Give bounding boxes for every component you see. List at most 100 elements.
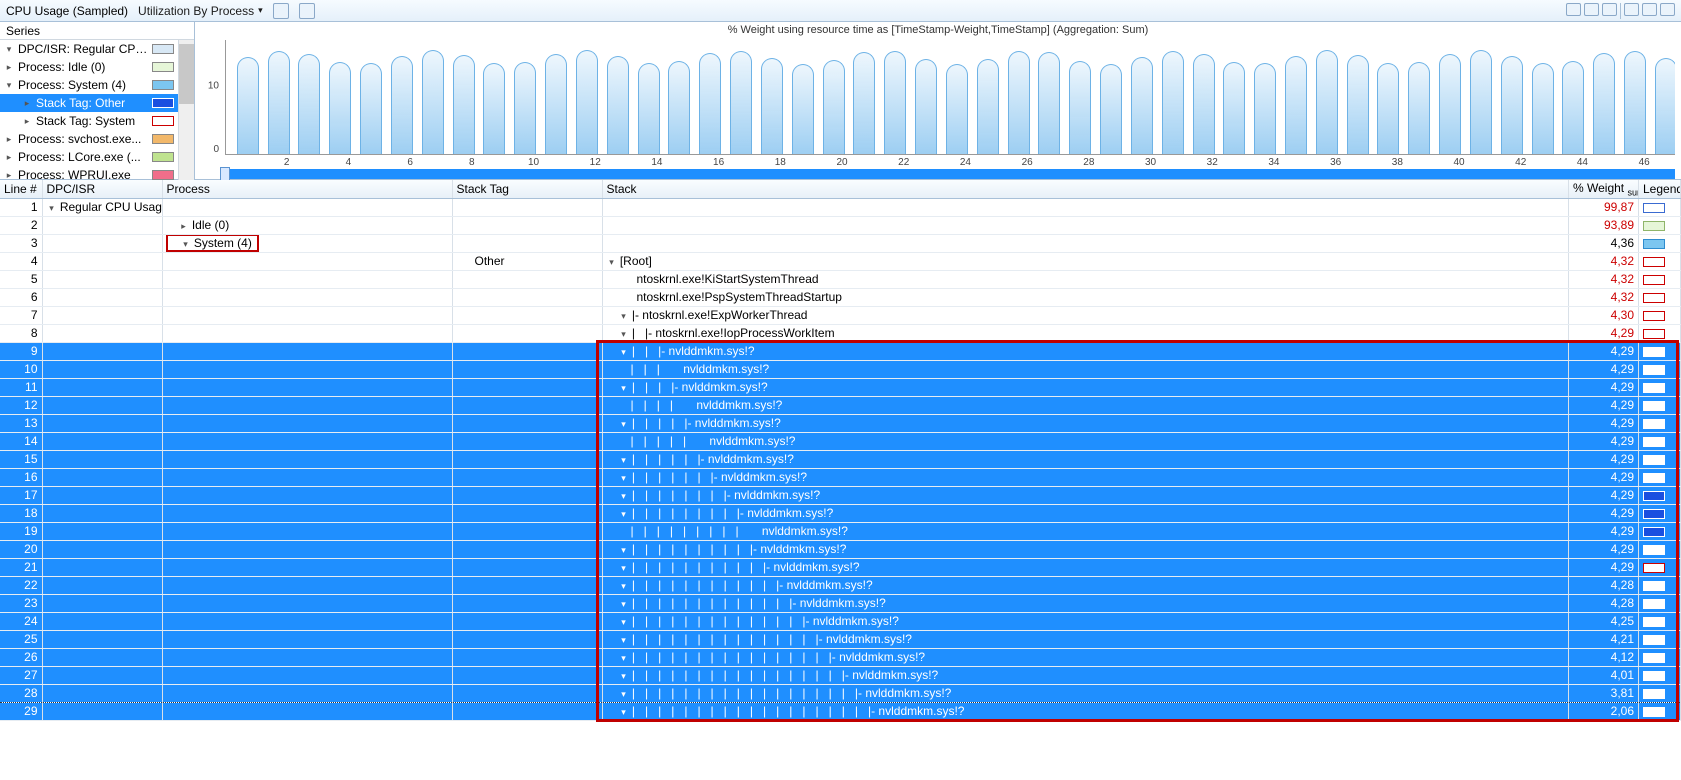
table-row[interactable]: 23▾ | | | | | | | | | | | | |- nvlddmkm.…: [0, 594, 1681, 612]
table-row[interactable]: 25▾ | | | | | | | | | | | | | | |- nvldd…: [0, 630, 1681, 648]
expand-icon[interactable]: ▾: [619, 419, 629, 430]
table-row[interactable]: 3▾ System (4)4,36: [0, 234, 1681, 252]
expand-icon[interactable]: ▾: [619, 509, 629, 520]
table-row[interactable]: 19| | | | | | | | | nvlddmkm.sys!?4,29: [0, 522, 1681, 540]
table-row[interactable]: 27▾ | | | | | | | | | | | | | | | | |- n…: [0, 666, 1681, 684]
table-row[interactable]: 7▾ |- ntoskrnl.exe!ExpWorkerThread4,30: [0, 306, 1681, 324]
table-row[interactable]: 20▾ | | | | | | | | | |- nvlddmkm.sys!?4…: [0, 540, 1681, 558]
series-item[interactable]: ▸Stack Tag: Other: [0, 94, 178, 112]
col-legend[interactable]: Legend: [1639, 180, 1681, 198]
view-dropdown[interactable]: Utilization By Process: [138, 4, 263, 18]
expand-icon[interactable]: ▸: [4, 62, 14, 73]
table-row[interactable]: 4Other▾ [Root]4,32: [0, 252, 1681, 270]
table-row[interactable]: 24▾ | | | | | | | | | | | | | |- nvlddmk…: [0, 612, 1681, 630]
col-stacktag[interactable]: Stack Tag: [452, 180, 602, 198]
table-row[interactable]: 28▾ | | | | | | | | | | | | | | | | | |-…: [0, 684, 1681, 702]
x-tick: 44: [1577, 157, 1588, 168]
expand-icon[interactable]: ▾: [619, 635, 629, 646]
table-row[interactable]: 11▾ | | | |- nvlddmkm.sys!?4,29: [0, 378, 1681, 396]
series-item[interactable]: ▸Process: LCore.exe (...: [0, 148, 178, 166]
toolbar-icon-2[interactable]: [299, 3, 315, 19]
series-item[interactable]: ▸Process: Idle (0): [0, 58, 178, 76]
table-row[interactable]: 9▾ | | |- nvlddmkm.sys!?4,29: [0, 342, 1681, 360]
chart-panel[interactable]: % Weight using resource time as [TimeSta…: [195, 22, 1681, 179]
time-selection-band[interactable]: [225, 169, 1675, 179]
toolbar-icon-1[interactable]: [273, 3, 289, 19]
series-item[interactable]: ▸Stack Tag: System: [0, 112, 178, 130]
expand-icon[interactable]: ▸: [22, 116, 32, 127]
table-row[interactable]: 14| | | | | nvlddmkm.sys!?4,29: [0, 432, 1681, 450]
expand-icon[interactable]: ▸: [22, 98, 32, 109]
series-swatch: [152, 98, 174, 108]
table-row[interactable]: 10| | | nvlddmkm.sys!?4,29: [0, 360, 1681, 378]
expand-icon[interactable]: ▾: [619, 329, 629, 340]
stack-label: |- ntoskrnl.exe!ExpWorkerThread: [632, 308, 808, 322]
data-table-wrap[interactable]: Line # DPC/ISR Process Stack Tag Stack %…: [0, 180, 1681, 780]
x-tick: 36: [1330, 157, 1341, 168]
expand-icon[interactable]: ▾: [607, 257, 617, 268]
col-dpc[interactable]: DPC/ISR: [42, 180, 162, 198]
legend-swatch: [1643, 599, 1665, 609]
expand-icon[interactable]: ▾: [619, 473, 629, 484]
table-row[interactable]: 1▾ Regular CPU Usage99,87: [0, 198, 1681, 216]
col-process[interactable]: Process: [162, 180, 452, 198]
table-row[interactable]: 26▾ | | | | | | | | | | | | | | | |- nvl…: [0, 648, 1681, 666]
table-row[interactable]: 16▾ | | | | | | |- nvlddmkm.sys!?4,29: [0, 468, 1681, 486]
expand-icon[interactable]: ▾: [4, 80, 14, 91]
expand-icon[interactable]: ▾: [619, 599, 629, 610]
expand-icon[interactable]: ▸: [4, 134, 14, 145]
view-mode-2-icon[interactable]: [1584, 3, 1599, 16]
expand-icon[interactable]: ▸: [179, 221, 189, 232]
expand-icon[interactable]: ▾: [4, 44, 14, 55]
series-item[interactable]: ▾Process: System (4): [0, 76, 178, 94]
view-mode-1-icon[interactable]: [1566, 3, 1581, 16]
expand-icon[interactable]: ▾: [619, 707, 629, 718]
expand-icon[interactable]: ▾: [619, 563, 629, 574]
series-item[interactable]: ▾DPC/ISR: Regular CPU...: [0, 40, 178, 58]
minimize-icon[interactable]: [1624, 3, 1639, 16]
table-row[interactable]: 18▾ | | | | | | | | |- nvlddmkm.sys!?4,2…: [0, 504, 1681, 522]
expand-icon[interactable]: ▾: [619, 671, 629, 682]
expand-icon[interactable]: ▾: [619, 311, 629, 322]
separator: [1620, 3, 1621, 19]
expand-icon[interactable]: ▾: [619, 455, 629, 466]
table-row[interactable]: 22▾ | | | | | | | | | | | |- nvlddmkm.sy…: [0, 576, 1681, 594]
expand-icon[interactable]: ▾: [619, 653, 629, 664]
expand-icon[interactable]: ▾: [619, 617, 629, 628]
expand-icon[interactable]: ▾: [619, 347, 629, 358]
expand-icon[interactable]: ▸: [4, 152, 14, 163]
close-icon[interactable]: [1660, 3, 1675, 16]
series-scrollbar[interactable]: [178, 40, 194, 184]
selection-handle-left[interactable]: [220, 167, 230, 181]
table-row[interactable]: 17▾ | | | | | | | |- nvlddmkm.sys!?4,29: [0, 486, 1681, 504]
x-tick: 8: [469, 157, 475, 168]
table-row[interactable]: 21▾ | | | | | | | | | | |- nvlddmkm.sys!…: [0, 558, 1681, 576]
table-row[interactable]: 2▸ Idle (0)93,89: [0, 216, 1681, 234]
series-swatch: [152, 44, 174, 54]
col-stack[interactable]: Stack: [602, 180, 1569, 198]
expand-icon[interactable]: ▾: [47, 203, 57, 214]
expand-icon[interactable]: ▾: [619, 581, 629, 592]
expand-icon[interactable]: ▸: [4, 170, 14, 181]
col-line[interactable]: Line #: [0, 180, 42, 198]
expand-icon[interactable]: ▾: [619, 545, 629, 556]
table-row[interactable]: 6ntoskrnl.exe!PspSystemThreadStartup4,32: [0, 288, 1681, 306]
expand-icon[interactable]: ▾: [181, 239, 191, 250]
table-row[interactable]: 15▾ | | | | | |- nvlddmkm.sys!?4,29: [0, 450, 1681, 468]
table-row[interactable]: 29▾ | | | | | | | | | | | | | | | | | | …: [0, 702, 1681, 720]
expand-icon[interactable]: ▾: [619, 383, 629, 394]
series-swatch: [152, 134, 174, 144]
legend-swatch: [1643, 581, 1665, 591]
table-row[interactable]: 12| | | | nvlddmkm.sys!?4,29: [0, 396, 1681, 414]
table-row[interactable]: 8▾ | |- ntoskrnl.exe!IopProcessWorkItem4…: [0, 324, 1681, 342]
col-weight[interactable]: % Weight sum: [1569, 180, 1639, 198]
maximize-icon[interactable]: [1642, 3, 1657, 16]
series-item[interactable]: ▸Process: svchost.exe...: [0, 130, 178, 148]
view-mode-3-icon[interactable]: [1602, 3, 1617, 16]
expand-icon[interactable]: ▾: [619, 491, 629, 502]
expand-icon[interactable]: ▾: [619, 689, 629, 700]
table-row[interactable]: 13▾ | | | | |- nvlddmkm.sys!?4,29: [0, 414, 1681, 432]
plot-area[interactable]: [225, 40, 1675, 155]
table-row[interactable]: 5ntoskrnl.exe!KiStartSystemThread4,32: [0, 270, 1681, 288]
legend-swatch: [1643, 437, 1665, 447]
